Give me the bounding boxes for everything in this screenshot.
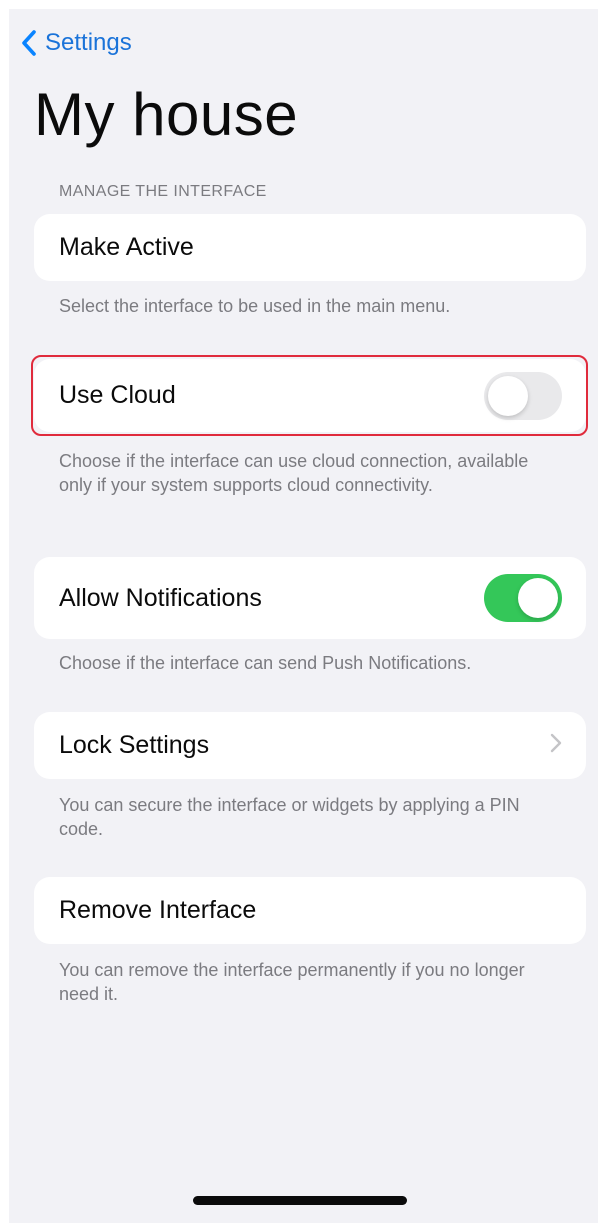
section-header: MANAGE THE INTERFACE <box>59 183 267 200</box>
chevron-left-icon <box>21 29 37 57</box>
allow-notifications-row: Allow Notifications <box>34 557 586 639</box>
lock-settings-label: Lock Settings <box>59 731 210 759</box>
home-indicator[interactable] <box>193 1196 407 1205</box>
remove-interface-footer: You can remove the interface permanently… <box>59 960 525 1004</box>
chevron-right-icon <box>550 733 562 758</box>
make-active-label: Make Active <box>59 233 194 261</box>
page-title: My house <box>34 81 299 148</box>
back-button-label: Settings <box>45 29 132 56</box>
use-cloud-label: Use Cloud <box>59 381 176 409</box>
make-active-footer: Select the interface to be used in the m… <box>59 296 451 316</box>
back-button[interactable]: Settings <box>21 25 132 61</box>
toggle-knob <box>488 375 528 416</box>
allow-notifications-toggle[interactable] <box>484 574 562 622</box>
toggle-knob <box>518 578 558 618</box>
lock-settings-footer: You can secure the interface or widgets … <box>59 795 520 839</box>
allow-notifications-footer: Choose if the interface can send Push No… <box>59 653 472 673</box>
settings-screen: Settings My house MANAGE THE INTERFACE M… <box>9 9 598 1223</box>
remove-interface-row[interactable]: Remove Interface <box>34 877 586 944</box>
use-cloud-toggle[interactable] <box>484 371 562 420</box>
use-cloud-footer: Choose if the interface can use cloud co… <box>59 451 529 495</box>
lock-settings-row[interactable]: Lock Settings <box>34 712 586 779</box>
remove-interface-label: Remove Interface <box>59 896 257 924</box>
use-cloud-row: Use Cloud <box>34 359 586 432</box>
make-active-row[interactable]: Make Active <box>34 214 586 281</box>
allow-notifications-label: Allow Notifications <box>59 583 262 612</box>
